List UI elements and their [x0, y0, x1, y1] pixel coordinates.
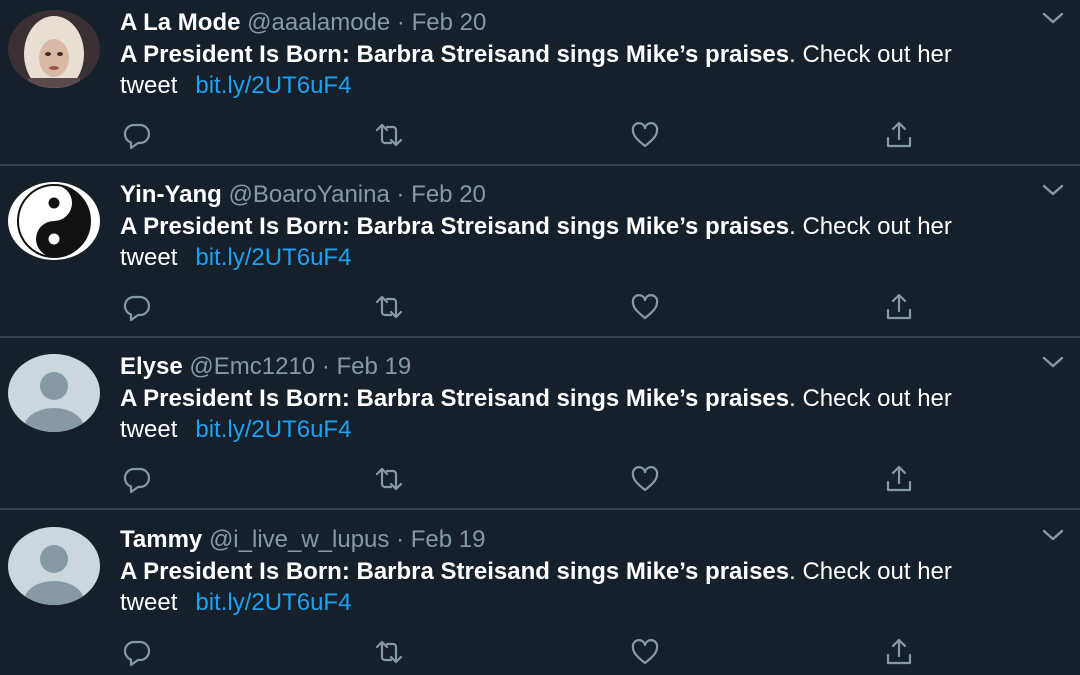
display-name[interactable]: Elyse: [120, 353, 183, 380]
tweet-text: A President Is Born: Barbra Streisand si…: [120, 211, 1065, 273]
reply-button[interactable]: [120, 118, 154, 152]
avatar[interactable]: [8, 10, 100, 88]
like-button[interactable]: [628, 290, 662, 324]
retweet-button[interactable]: [372, 118, 406, 152]
avatar[interactable]: [8, 354, 100, 432]
avatar[interactable]: [8, 182, 100, 260]
tweet[interactable]: Yin-Yang @BoaroYanina · Feb 20 A Preside…: [0, 166, 1080, 338]
share-button[interactable]: [882, 635, 916, 669]
default-avatar-icon: [8, 354, 100, 432]
retweet-icon: [375, 123, 403, 147]
retweet-button[interactable]: [372, 635, 406, 669]
heart-icon: [631, 639, 659, 665]
retweet-button[interactable]: [372, 290, 406, 324]
share-button[interactable]: [882, 462, 916, 496]
tweet-link[interactable]: bit.ly/2UT6uF4: [195, 244, 351, 271]
portrait-photo: [8, 10, 100, 88]
retweet-icon: [375, 640, 403, 664]
retweet-button[interactable]: [372, 462, 406, 496]
tweet-header: Tammy @i_live_w_lupus · Feb 19: [120, 523, 1060, 557]
like-button[interactable]: [628, 635, 662, 669]
share-button[interactable]: [882, 118, 916, 152]
user-handle[interactable]: @BoaroYanina: [228, 181, 389, 208]
tweet-text: A President Is Born: Barbra Streisand si…: [120, 556, 1065, 618]
tweet-text-bold: A President Is Born: Barbra Streisand si…: [120, 41, 790, 68]
reply-button[interactable]: [120, 635, 154, 669]
user-handle[interactable]: @i_live_w_lupus: [209, 526, 389, 553]
default-avatar-icon: [8, 527, 100, 605]
tweet-actions: [120, 635, 920, 669]
tweet-actions: [120, 118, 920, 152]
display-name[interactable]: Tammy: [120, 526, 202, 553]
tweet-text-bold: A President Is Born: Barbra Streisand si…: [120, 385, 790, 412]
share-icon: [886, 293, 912, 320]
share-icon: [886, 465, 912, 492]
separator: ·: [396, 526, 405, 553]
reply-button[interactable]: [120, 290, 154, 324]
share-icon: [886, 121, 912, 148]
like-button[interactable]: [628, 118, 662, 152]
chevron-down-icon[interactable]: [1040, 180, 1066, 200]
tweet-actions: [120, 290, 920, 324]
like-button[interactable]: [628, 462, 662, 496]
reply-button[interactable]: [120, 462, 154, 496]
share-icon: [886, 638, 912, 665]
tweet[interactable]: A La Mode @aaalamode · Feb 20 A Presiden…: [0, 0, 1080, 166]
tweet-date[interactable]: Feb 19: [337, 353, 412, 380]
tweet-actions: [120, 462, 920, 496]
retweet-icon: [375, 295, 403, 319]
display-name[interactable]: A La Mode: [120, 9, 240, 36]
tweet-text: A President Is Born: Barbra Streisand si…: [120, 39, 1065, 101]
avatar[interactable]: [8, 527, 100, 605]
tweet-text-bold: A President Is Born: Barbra Streisand si…: [120, 558, 790, 585]
tweet[interactable]: Elyse @Emc1210 · Feb 19 A President Is B…: [0, 338, 1080, 510]
heart-icon: [631, 122, 659, 148]
tweet-link[interactable]: bit.ly/2UT6uF4: [195, 72, 351, 99]
tweet-date[interactable]: Feb 19: [411, 526, 486, 553]
user-handle[interactable]: @Emc1210: [189, 353, 315, 380]
retweet-icon: [375, 467, 403, 491]
tweet-link[interactable]: bit.ly/2UT6uF4: [195, 416, 351, 443]
tweet-text: A President Is Born: Barbra Streisand si…: [120, 383, 1065, 445]
share-button[interactable]: [882, 290, 916, 324]
reply-icon: [123, 295, 151, 322]
separator: ·: [321, 353, 330, 380]
separator: ·: [396, 9, 405, 36]
reply-icon: [123, 640, 151, 667]
tweet-header: A La Mode @aaalamode · Feb 20: [120, 6, 1060, 40]
tweet-feed: A La Mode @aaalamode · Feb 20 A Presiden…: [0, 0, 1080, 675]
tweet-date[interactable]: Feb 20: [412, 9, 487, 36]
chevron-down-icon[interactable]: [1040, 352, 1066, 372]
heart-icon: [631, 466, 659, 492]
tweet-text-bold: A President Is Born: Barbra Streisand si…: [120, 213, 790, 240]
user-handle[interactable]: @aaalamode: [247, 9, 390, 36]
tweet-link[interactable]: bit.ly/2UT6uF4: [195, 589, 351, 616]
tweet-header: Elyse @Emc1210 · Feb 19: [120, 350, 1060, 384]
heart-icon: [631, 294, 659, 320]
chevron-down-icon[interactable]: [1040, 525, 1066, 545]
tweet-header: Yin-Yang @BoaroYanina · Feb 20: [120, 178, 1060, 212]
reply-icon: [123, 123, 151, 150]
separator: ·: [396, 181, 405, 208]
yin-yang-icon: [8, 182, 100, 260]
tweet-date[interactable]: Feb 20: [411, 181, 486, 208]
reply-icon: [123, 467, 151, 494]
chevron-down-icon[interactable]: [1040, 8, 1066, 28]
display-name[interactable]: Yin-Yang: [120, 181, 222, 208]
tweet[interactable]: Tammy @i_live_w_lupus · Feb 19 A Preside…: [0, 511, 1080, 675]
